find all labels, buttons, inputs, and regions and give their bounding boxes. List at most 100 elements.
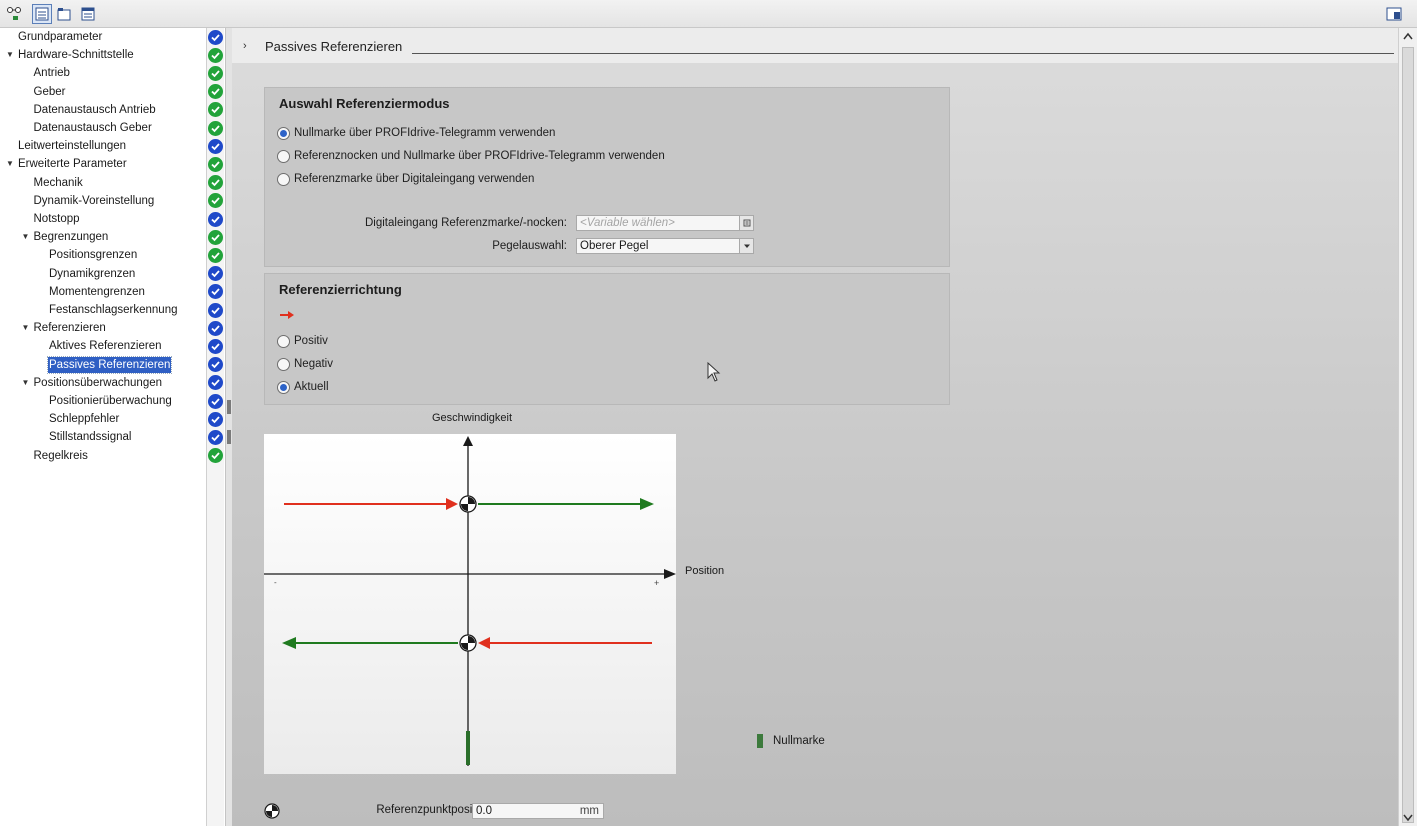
nav-item-label: Antrieb [33, 67, 70, 80]
nav-item-label: Positionierüberwachung [49, 395, 172, 407]
nav-item-label: Referenzieren [33, 322, 106, 335]
expand-toggle-icon[interactable]: ▼ [21, 319, 31, 337]
status-configured-icon [208, 284, 223, 300]
scroll-down-icon[interactable] [1402, 811, 1414, 823]
referencing-diagram: Geschwindigkeit - + Position [232, 406, 852, 776]
splitter-grip[interactable] [227, 430, 231, 444]
ref-point-field[interactable]: 0.0 mm [472, 803, 604, 819]
expand-toggle-icon[interactable]: ▼ [21, 374, 31, 392]
nav-item[interactable]: ▼ Referenzieren [0, 319, 206, 337]
nav-item[interactable]: Grundparameter [0, 28, 206, 46]
collapse-chevron-icon[interactable]: › [243, 40, 247, 52]
nav-item-label: Notstopp [33, 213, 80, 225]
nav-item-label: Leitwerteinstellungen [18, 140, 127, 153]
nav-item[interactable]: Festanschlagserkennung [0, 301, 206, 319]
status-configured-icon [208, 411, 223, 427]
direction-option-positiv[interactable]: Positiv [277, 333, 328, 349]
direction-option-radio[interactable] [277, 380, 290, 394]
legend-swatch [757, 734, 763, 748]
direction-option-radio[interactable] [277, 357, 290, 371]
digital-input-label: Digitaleingang Referenzmarke/-nocken: [365, 217, 567, 229]
nav-item-label: Hardware-Schnittstelle [18, 49, 134, 62]
status-configured-icon [208, 320, 223, 336]
vertical-scrollbar[interactable] [1398, 28, 1417, 826]
status-ok-icon [208, 175, 223, 191]
direction-option-radio[interactable] [277, 334, 290, 348]
reference-point-row: Referenzpunktposition: 0.0 mm [264, 802, 664, 820]
status-configured-icon [208, 429, 223, 445]
nav-item[interactable]: Antrieb [0, 64, 206, 82]
nav-item[interactable]: Leitwerteinstellungen [0, 137, 206, 155]
nav-item-label: Dynamik-Voreinstellung [33, 194, 155, 207]
expand-toggle-icon[interactable]: ▼ [21, 228, 31, 246]
nullmarke-marker [466, 731, 470, 765]
mode-option-referenznocken[interactable]: Referenznocken und Nullmarke über PROFId… [277, 148, 665, 164]
status-ok-icon [208, 84, 223, 100]
legend-label: Nullmarke [773, 735, 825, 747]
digital-input-field[interactable]: <Variable wählen> [576, 215, 754, 231]
nav-item[interactable]: ▼ Begrenzungen [0, 228, 206, 246]
level-select-value: Oberer Pegel [580, 240, 649, 252]
nav-item[interactable]: Dynamikgrenzen [0, 265, 206, 283]
nav-item[interactable]: Regelkreis [0, 447, 206, 465]
panel-layout-icon[interactable] [1386, 6, 1402, 22]
network-view-icon[interactable] [4, 4, 24, 24]
nav-item[interactable]: Notstopp [0, 210, 206, 228]
nav-item-label: Positionsüberwachungen [33, 376, 163, 389]
nav-item[interactable]: Positionsgrenzen [0, 246, 206, 264]
direction-group: Referenzierrichtung Positiv Negativ Aktu… [264, 273, 950, 405]
top-toolbar [0, 0, 1417, 28]
status-ok-icon [208, 65, 223, 81]
level-select[interactable]: Oberer Pegel [576, 238, 754, 254]
list-view-icon[interactable] [78, 4, 98, 24]
nav-item[interactable]: ▼ Hardware-Schnittstelle [0, 46, 206, 64]
nav-item[interactable]: Positionierüberwachung [0, 392, 206, 410]
axis-minus-label: - [274, 578, 277, 587]
nav-item[interactable]: Passives Referenzieren [0, 355, 206, 374]
nav-item-label: Stillstandssignal [49, 431, 132, 444]
nav-item[interactable]: Momentengrenzen [0, 283, 206, 301]
chevron-down-icon[interactable] [739, 239, 753, 253]
nav-item[interactable]: Datenaustausch Geber [0, 119, 206, 137]
mode-option-radio[interactable] [277, 149, 290, 163]
parameter-view-icon[interactable] [32, 4, 52, 24]
nav-item-label: Schleppfehler [49, 413, 120, 426]
direction-option-aktuell[interactable]: Aktuell [277, 379, 329, 395]
mode-option-nullmarke[interactable]: Nullmarke über PROFIdrive-Telegramm verw… [277, 125, 555, 141]
expand-toggle-icon[interactable]: ▼ [5, 155, 15, 173]
status-configured-icon [208, 393, 223, 409]
expand-toggle-icon[interactable]: ▼ [5, 46, 15, 64]
nav-item[interactable]: Stillstandssignal [0, 428, 206, 446]
nav-item[interactable]: ▼ Erweiterte Parameter [0, 155, 206, 173]
splitter-grip[interactable] [227, 400, 231, 414]
mode-option-digitaleingang[interactable]: Referenzmarke über Digitaleingang verwen… [277, 171, 534, 187]
status-ok-icon [208, 247, 223, 263]
nav-item-label: Aktives Referenzieren [49, 340, 162, 353]
direction-option-negativ[interactable]: Negativ [277, 356, 333, 372]
nav-item[interactable]: ▼ Positionsüberwachungen [0, 374, 206, 392]
scrollbar-thumb[interactable] [1402, 47, 1414, 823]
nav-item-label: Passives Referenzieren [46, 355, 173, 374]
nav-item[interactable]: Mechanik [0, 174, 206, 192]
nav-item[interactable]: Aktives Referenzieren [0, 337, 206, 355]
status-configured-icon [208, 211, 223, 227]
nav-item-label: Regelkreis [33, 449, 88, 462]
nav-item[interactable]: Datenaustausch Antrieb [0, 101, 206, 119]
panel-splitter[interactable] [225, 28, 232, 826]
legend: Nullmarke [757, 734, 825, 748]
variable-picker-icon[interactable] [739, 216, 753, 230]
mode-option-radio[interactable] [277, 126, 290, 140]
nav-item[interactable]: Dynamik-Voreinstellung [0, 192, 206, 210]
mode-group: Auswahl Referenziermodus Nullmarke über … [264, 87, 950, 267]
scroll-up-icon[interactable] [1402, 31, 1414, 43]
navigation-panel: Grundparameter ▼ Hardware-Schnittstelle Ant… [0, 28, 232, 826]
nav-item[interactable]: Geber [0, 83, 206, 101]
nav-item[interactable]: Schleppfehler [0, 410, 206, 428]
reference-point-icon [459, 495, 477, 513]
folder-view-icon[interactable] [54, 4, 74, 24]
axis-x-label: Position [685, 565, 725, 577]
mode-option-label: Referenzmarke über Digitaleingang verwen… [294, 173, 535, 185]
reference-point-icon [459, 634, 477, 652]
mode-group-title: Auswahl Referenziermodus [279, 96, 450, 111]
mode-option-radio[interactable] [277, 172, 290, 186]
